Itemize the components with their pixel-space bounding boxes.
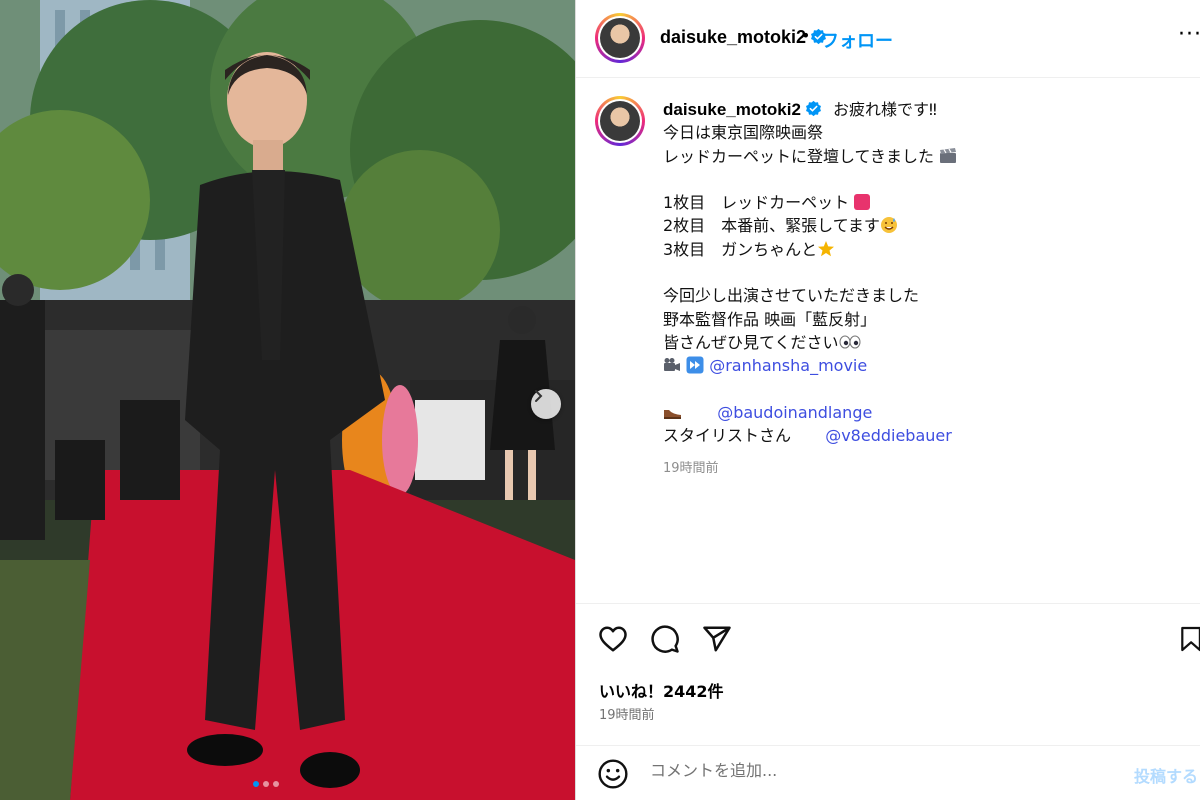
photo-illustration bbox=[0, 0, 575, 800]
post-comment-button[interactable]: 投稿する bbox=[1134, 763, 1198, 787]
caption-time: 19時間前 bbox=[663, 461, 719, 477]
caption-line: 今日は東京国際映画祭 bbox=[663, 123, 824, 143]
caption-line: お疲れ様です‼ bbox=[833, 100, 937, 119]
mention-v8eddiebauer[interactable]: @v8eddiebauer bbox=[825, 426, 952, 445]
bookmark-icon[interactable] bbox=[1179, 624, 1200, 654]
avatar[interactable] bbox=[595, 13, 645, 63]
caption-text: daisuke_motoki2 お疲れ様です‼ 今日は東京国際映画祭 レッドカー… bbox=[663, 98, 1183, 481]
caption-line: 皆さんぜひ見てください bbox=[663, 332, 839, 352]
next-slide-button[interactable] bbox=[531, 389, 561, 419]
post-timestamp: 19時間前 bbox=[599, 708, 655, 723]
carousel-dot-2 bbox=[263, 781, 269, 787]
comment-input[interactable] bbox=[650, 761, 1110, 780]
more-options-icon[interactable]: ··· bbox=[1178, 22, 1200, 47]
chevron-right-icon bbox=[535, 390, 543, 402]
mention-ranhansha-movie[interactable]: @ranhansha_movie bbox=[709, 356, 867, 375]
header-separator: • bbox=[801, 26, 811, 45]
shoe-icon bbox=[664, 409, 681, 419]
emoji-picker-icon[interactable] bbox=[597, 758, 629, 790]
mention-baudoinandlange[interactable]: @baudoinandlange bbox=[717, 403, 872, 422]
caption-line: 3枚目 ガンちゃんと bbox=[663, 239, 818, 259]
carousel-indicator bbox=[253, 781, 279, 787]
follow-button[interactable]: フォロー bbox=[821, 27, 893, 53]
star-icon bbox=[818, 240, 835, 257]
verified-badge-icon bbox=[805, 100, 821, 117]
share-icon[interactable] bbox=[701, 624, 733, 654]
like-count[interactable]: いいね！2442件 bbox=[599, 678, 724, 702]
caption-line: レッドカーペットに登壇してきました bbox=[663, 146, 935, 166]
comment-icon[interactable] bbox=[649, 624, 681, 654]
post-header: daisuke_motoki2 • フォロー ··· bbox=[576, 0, 1200, 78]
stylist-label: スタイリストさん bbox=[663, 426, 792, 446]
eyes-emoji-icon bbox=[839, 335, 861, 349]
caption-avatar[interactable] bbox=[595, 96, 645, 146]
carousel-dot-1 bbox=[253, 781, 259, 787]
header-username-text[interactable]: daisuke_motoki2 bbox=[660, 27, 806, 47]
heart-icon[interactable] bbox=[597, 624, 629, 654]
comment-bar: 投稿する bbox=[576, 745, 1200, 800]
caption-username-text[interactable]: daisuke_motoki2 bbox=[663, 100, 801, 119]
caption-line: 2枚目 本番前、緊張してます bbox=[663, 216, 880, 236]
fast-forward-icon bbox=[686, 356, 704, 374]
clapperboard-icon bbox=[940, 147, 957, 163]
caption-line: 野本監督作品 映画「藍反射」 bbox=[663, 309, 877, 329]
caption-line: 今回少し出演させていただきました bbox=[663, 286, 920, 306]
post-panel: daisuke_motoki2 • フォロー ··· daisuke_motok… bbox=[575, 0, 1200, 800]
caption-username[interactable]: daisuke_motoki2 bbox=[663, 100, 822, 119]
red-square-icon bbox=[854, 194, 871, 211]
sweat-smile-emoji-icon bbox=[880, 217, 897, 234]
movie-camera-icon bbox=[664, 358, 680, 372]
caption-line: 1枚目 レッドカーペット bbox=[663, 193, 850, 213]
carousel-dot-3 bbox=[273, 781, 279, 787]
caption-area: daisuke_motoki2 お疲れ様です‼ 今日は東京国際映画祭 レッドカー… bbox=[576, 78, 1200, 603]
action-bar: いいね！2442件 19時間前 bbox=[576, 603, 1200, 745]
post-photo[interactable] bbox=[0, 0, 575, 800]
